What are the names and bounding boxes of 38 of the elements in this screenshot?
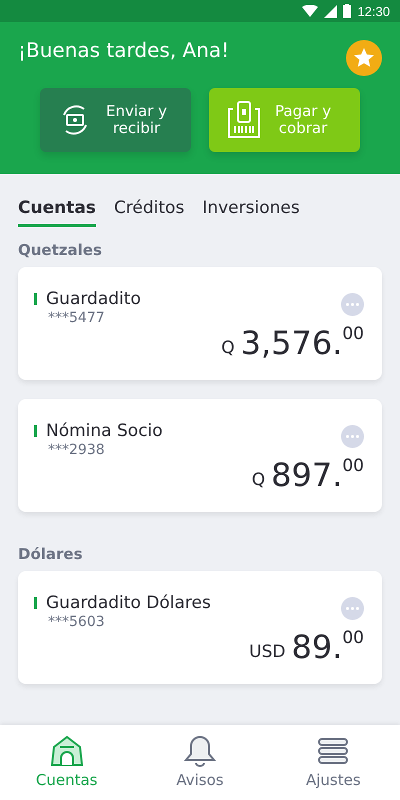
account-name: Guardadito Dólares [46, 592, 211, 612]
section-title: Quetzales [17, 240, 103, 261]
account-name: Guardadito [46, 288, 141, 308]
more-icon[interactable] [341, 425, 364, 448]
greeting: ¡Buenas tardes, Ana! [18, 38, 230, 62]
account-number: ***5477 [47, 310, 106, 326]
balance-cents: 00 [342, 628, 364, 648]
currency: Q [221, 338, 235, 358]
account-number: ***5603 [47, 614, 106, 630]
tab[interactable]: Cuentas [18, 198, 96, 227]
home-icon [50, 735, 84, 767]
account-number: ***2938 [47, 442, 106, 458]
balance-cents: 00 [342, 324, 364, 344]
more-icon[interactable] [341, 293, 364, 316]
nav-item[interactable]: Ajustes [266, 725, 400, 800]
account-marker [34, 424, 37, 436]
section-title: Dólares [17, 544, 84, 565]
signal-icon [324, 4, 338, 18]
account-marker [34, 292, 37, 304]
balance: 897. [271, 456, 342, 494]
balance: 89. [291, 628, 342, 666]
account-marker [34, 596, 37, 608]
more-icon[interactable] [341, 597, 364, 620]
send-receive-button[interactable]: Enviar y recibir [40, 88, 191, 152]
menu-icon [316, 735, 350, 767]
bell-icon [182, 735, 217, 767]
tab[interactable]: Inversiones [202, 198, 300, 227]
status-time: 12:30 [357, 4, 390, 18]
battery-icon [343, 4, 352, 18]
nav-item[interactable]: Avisos [133, 725, 267, 800]
currency: USD [249, 642, 286, 662]
balance: 3,576. [240, 324, 342, 362]
wifi-icon [302, 5, 318, 17]
currency: Q [252, 470, 266, 490]
barcode-phone-icon [227, 101, 261, 139]
tab[interactable]: Créditos [114, 198, 184, 227]
balance-cents: 00 [342, 456, 364, 476]
account-name: Nómina Socio [46, 420, 163, 440]
